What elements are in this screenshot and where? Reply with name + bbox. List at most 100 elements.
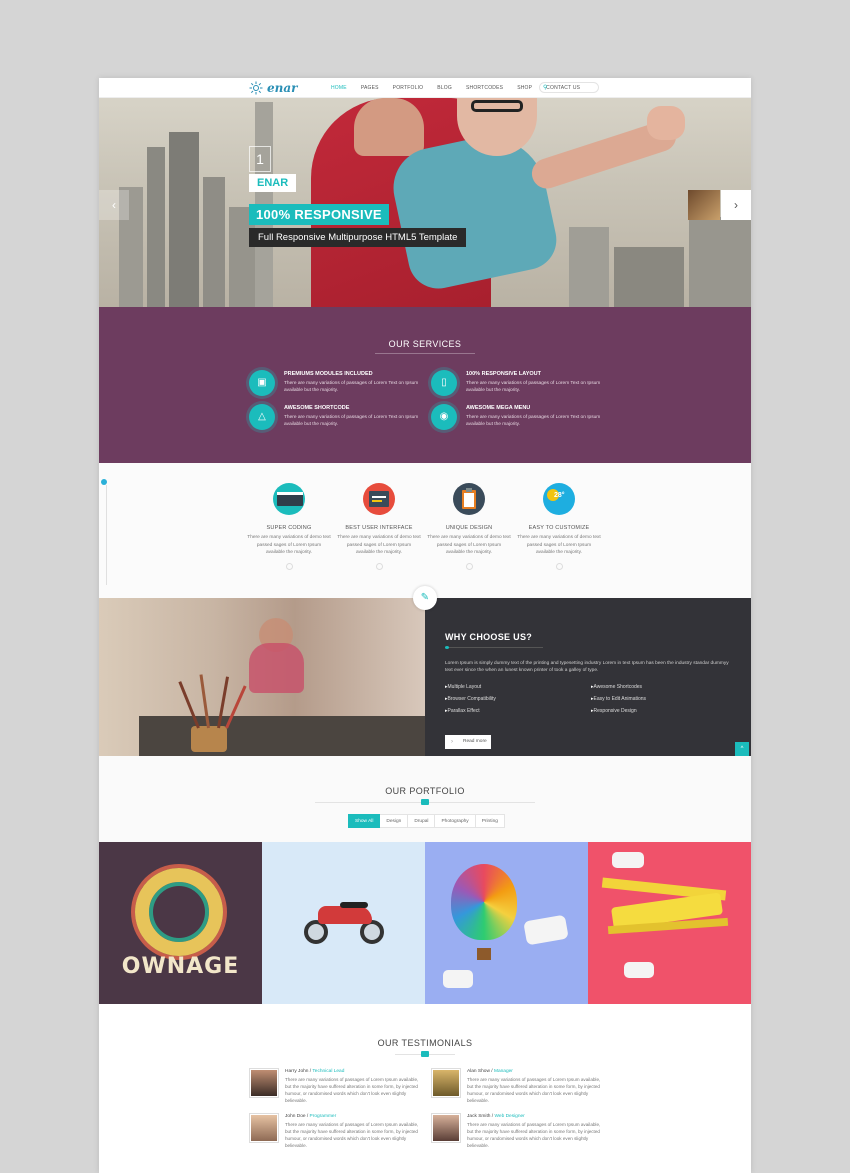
moto-seat xyxy=(340,902,368,908)
tablet-icon: ▯ xyxy=(431,370,457,396)
service-text: There are many variations of passages of… xyxy=(466,381,601,394)
hero-arm xyxy=(354,98,424,156)
logo[interactable]: enar xyxy=(249,80,297,96)
features-section: SUPER CODING There are many variations o… xyxy=(99,463,751,598)
service-title: 100% RESPONSIVE LAYOUT xyxy=(466,371,541,377)
feature-list-item: Awesome Shortcodes xyxy=(591,684,646,690)
feature-link-button[interactable] xyxy=(555,563,563,571)
author-name: Jack Smith / xyxy=(467,1114,494,1119)
feature-list-item: Parallax Effect xyxy=(445,708,496,714)
read-more-button[interactable]: Read more xyxy=(445,735,491,749)
filter-show-all[interactable]: Show All xyxy=(348,814,381,828)
section-title: WHY CHOOSE US? xyxy=(445,632,533,642)
feature-link-button[interactable] xyxy=(375,563,383,571)
feature-text: There are many variations of demo text p… xyxy=(337,535,421,556)
feature-title: EASY TO CUSTOMIZE xyxy=(528,525,590,531)
search-input[interactable]: ⚲ xyxy=(539,82,599,93)
filter-printing[interactable]: Printing xyxy=(475,814,505,828)
slider-next-button[interactable]: › xyxy=(721,190,751,220)
feature-text: There are many variations of demo text p… xyxy=(427,535,511,556)
nav-shortcodes[interactable]: SHORTCODES xyxy=(466,85,503,91)
author-role[interactable]: Programmer xyxy=(310,1114,337,1119)
testimonial-item: John Doe / Programmer There are many var… xyxy=(249,1113,429,1148)
service-title: AWESOME MEGA MENU xyxy=(466,405,531,411)
portfolio-item-ownage[interactable]: OWNAGE xyxy=(99,842,262,1004)
portfolio-item-motorcycle[interactable] xyxy=(262,842,425,1004)
feature-list: Multiple Layout Browser Compatibility Pa… xyxy=(445,684,496,720)
divider xyxy=(445,647,543,648)
logo-text: enar xyxy=(267,81,298,95)
feature-item: SUPER CODING There are many variations o… xyxy=(247,483,331,571)
slide-tagline: 100% RESPONSIVE xyxy=(249,204,389,225)
page: enar HOME PAGES PORTFOLIO BLOG SHORTCODE… xyxy=(99,78,751,1173)
ownage-wordmark: OWNAGE xyxy=(121,954,240,979)
slide-title: ENAR xyxy=(249,174,297,192)
nav-home[interactable]: HOME xyxy=(331,85,347,91)
testimonial-text: There are many variations of passages of… xyxy=(467,1077,601,1103)
globe-icon: ◉ xyxy=(431,404,457,430)
nav-blog[interactable]: BLOG xyxy=(437,85,452,91)
service-text: There are many variations of passages of… xyxy=(284,381,419,394)
why-choose-section: ✎ WHY CHOOSE US? Lorem Ipsum is simply d… xyxy=(99,586,751,756)
author-name: Harry John / xyxy=(285,1069,312,1074)
divider xyxy=(106,485,107,585)
city-building xyxy=(614,247,684,307)
ownage-wreath xyxy=(135,868,223,956)
testimonial-text: There are many variations of passages of… xyxy=(285,1077,419,1103)
city-building xyxy=(203,177,225,307)
filter-photography[interactable]: Photography xyxy=(435,814,476,828)
portfolio-item-balloon[interactable] xyxy=(425,842,588,1004)
slide-number: 1 xyxy=(249,146,271,172)
feature-item: BEST USER INTERFACE There are many varia… xyxy=(337,483,421,571)
cloud xyxy=(443,970,473,988)
hero-slider: 1 ENAR 100% RESPONSIVE Full Responsive M… xyxy=(99,98,751,307)
next-slide-thumbnail[interactable] xyxy=(688,190,720,220)
portfolio-grid: OWNAGE xyxy=(99,842,751,1004)
testimonial-item: Harry John / Technical Lead There are ma… xyxy=(249,1068,429,1103)
scroll-to-top-button[interactable]: ^ xyxy=(735,742,749,756)
city-building xyxy=(147,147,165,307)
briefcase-icon xyxy=(421,799,429,805)
photo-table xyxy=(139,716,425,756)
code-window-icon xyxy=(273,483,305,515)
city-building xyxy=(689,217,751,307)
user-icon xyxy=(421,1051,429,1057)
slider-prev-button[interactable]: ‹ xyxy=(99,190,129,220)
author-role[interactable]: Technical Lead xyxy=(312,1069,344,1074)
weather-badge: 28° xyxy=(554,492,565,499)
feature-list-item: Easy to Edit Animations xyxy=(591,696,647,702)
service-text: There are many variations of passages of… xyxy=(466,415,601,428)
avatar xyxy=(431,1113,461,1143)
nav-portfolio[interactable]: PORTFOLIO xyxy=(393,85,424,91)
feature-text: There are many variations of demo text p… xyxy=(517,535,601,556)
feature-title: BEST USER INTERFACE xyxy=(345,525,413,531)
cloud xyxy=(523,914,569,946)
workspace-photo xyxy=(99,598,425,756)
testimonial-author: Harry John / Technical Lead xyxy=(285,1069,344,1074)
divider xyxy=(375,353,475,354)
service-title: AWESOME SHORTCODE xyxy=(284,405,350,411)
ui-window-icon xyxy=(363,483,395,515)
feature-link-button[interactable] xyxy=(465,563,473,571)
feature-link-button[interactable] xyxy=(285,563,293,571)
filter-drupal[interactable]: Drupal xyxy=(408,814,436,828)
services-section: OUR SERVICES ▣ PREMIUMS MODULES INCLUDED… xyxy=(99,307,751,463)
hero-glasses xyxy=(471,100,523,112)
nav-pages[interactable]: PAGES xyxy=(361,85,379,91)
author-name: John Doe / xyxy=(285,1114,309,1119)
author-role[interactable]: Manager xyxy=(494,1069,513,1074)
site-header: enar HOME PAGES PORTFOLIO BLOG SHORTCODE… xyxy=(99,78,751,98)
portfolio-item-airplane[interactable] xyxy=(588,842,751,1004)
avatar xyxy=(431,1068,461,1098)
filter-design[interactable]: Design xyxy=(380,814,409,828)
testimonial-item: Alan Show / Manager There are many varia… xyxy=(431,1068,611,1103)
divider-accent xyxy=(445,646,449,649)
flask-icon: △ xyxy=(249,404,275,430)
testimonial-author: Jack Smith / Web Designer xyxy=(467,1114,525,1119)
feature-title: SUPER CODING xyxy=(266,525,312,531)
nav-shop[interactable]: SHOP xyxy=(517,85,532,91)
why-choose-panel: WHY CHOOSE US? Lorem Ipsum is simply dum… xyxy=(425,598,751,756)
author-role[interactable]: Web Designer xyxy=(494,1114,524,1119)
pencil-ruler-icon: ✎ xyxy=(413,586,437,610)
photo-brush-cup xyxy=(191,726,227,752)
